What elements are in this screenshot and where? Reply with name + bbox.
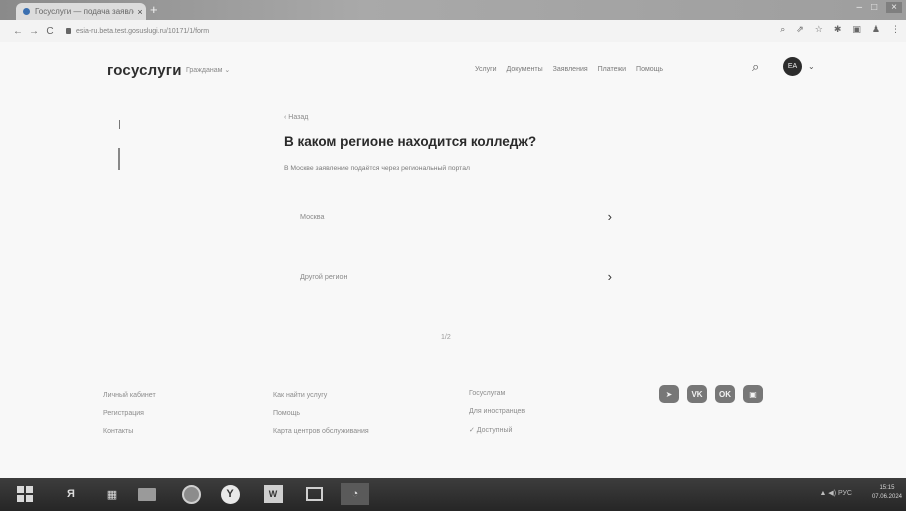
word-icon[interactable]: W (262, 483, 284, 505)
browser-tab-strip: Госуслуги — подача заявления × + – □ × (0, 0, 906, 20)
footer-link-about[interactable]: Госуслугам (469, 390, 525, 397)
tab-title: Госуслуги — подача заявления (35, 7, 134, 16)
site-footer: Личный кабинет Регистрация Контакты Как … (0, 382, 906, 478)
footer-link-help[interactable]: Помощь (273, 410, 369, 417)
chevron-right-icon: › (607, 208, 612, 224)
extensions-icon[interactable]: ✱ (834, 24, 842, 35)
system-tray[interactable]: ▲ ◀) РУС (819, 489, 852, 497)
clock-time: 15:15 (879, 485, 895, 491)
option-label: Москва (300, 211, 325, 221)
social-links: ➤ VK OK ▣ (659, 385, 763, 403)
footer-column: Как найти услугу Помощь Карта центров об… (273, 392, 369, 435)
site-search-icon[interactable]: ⌕ (752, 59, 759, 75)
address-bar-url: esia-ru.beta.test.gosuslugi.ru/10171/1/f… (76, 27, 210, 35)
photo-viewer-icon[interactable]: ◔ (341, 483, 369, 505)
footer-link-contacts[interactable]: Контакты (103, 428, 156, 435)
bookmark-star-icon[interactable]: ☆ (815, 24, 823, 35)
scan-mark (118, 148, 120, 170)
footer-link-accessible[interactable]: ✓ Доступный (469, 426, 525, 434)
telegram-icon[interactable]: ➤ (659, 385, 679, 403)
yandex-search-icon[interactable]: Я (60, 483, 82, 505)
search-icon[interactable]: ⌕ (780, 24, 785, 35)
page-content: госуслуги Гражданам ⌄ Услуги Документы З… (0, 42, 906, 478)
footer-link-foreigners[interactable]: Для иностранцев (469, 408, 525, 415)
option-other-region[interactable]: Другой регион › (284, 258, 620, 294)
progress-indicator: 1/2 (441, 334, 451, 341)
footer-link-registration[interactable]: Регистрация (103, 410, 156, 417)
footer-link-cabinet[interactable]: Личный кабинет (103, 392, 156, 399)
browser-toolbar-icons: ⌕ ⇗ ☆ ✱ ▣ ♟ ⋮ (780, 24, 900, 35)
nav-help[interactable]: Помощь (636, 66, 663, 73)
site-header: госуслуги Гражданам ⌄ Услуги Документы З… (0, 42, 906, 88)
lock-icon (66, 28, 71, 34)
scan-marks (116, 120, 124, 180)
calculator-icon[interactable]: ▦ (101, 483, 123, 505)
option-label: Другой регион (300, 271, 348, 281)
nav-payments[interactable]: Платежи (598, 66, 626, 73)
scan-mark (119, 120, 120, 129)
yandex-browser-glyph: Y (220, 484, 240, 504)
maximize-button[interactable]: □ (871, 2, 877, 13)
profile-icon[interactable]: ♟ (872, 24, 880, 35)
clock-date: 07.06.2024 (871, 494, 902, 500)
menu-icon[interactable]: ⋮ (891, 24, 900, 35)
back-link[interactable]: ‹ Назад (284, 114, 308, 121)
footer-column: Госуслугам Для иностранцев ✓ Доступный (469, 390, 525, 434)
top-navigation: Услуги Документы Заявления Платежи Помощ… (475, 66, 663, 73)
address-bar[interactable]: esia-ru.beta.test.gosuslugi.ru/10171/1/f… (66, 28, 209, 35)
windows-start-icon[interactable] (13, 483, 37, 505)
role-selector[interactable]: Гражданам ⌄ (186, 66, 230, 74)
region-hint: В Москве заявление подаётся через регион… (284, 165, 470, 172)
share-icon[interactable]: ⇗ (796, 24, 804, 35)
nav-services[interactable]: Услуги (475, 66, 497, 73)
page-title: В каком регионе находится колледж? (284, 134, 537, 149)
file-explorer-icon[interactable] (135, 483, 159, 505)
word-glyph: W (263, 485, 283, 503)
nav-applications[interactable]: Заявления (553, 66, 588, 73)
new-tab-button[interactable]: + (150, 3, 158, 17)
reload-icon[interactable]: C (42, 26, 58, 37)
forward-arrow-icon[interactable]: → (26, 26, 42, 37)
yandex-zen-icon[interactable]: ▣ (743, 385, 763, 403)
tab-close-icon[interactable]: × (134, 7, 146, 17)
browser-toolbar: ← → C esia-ru.beta.test.gosuslugi.ru/101… (0, 20, 906, 42)
gosuslugi-logo[interactable]: госуслуги (107, 62, 182, 79)
browser-tab[interactable]: Госуслуги — подача заявления × (16, 3, 146, 20)
sidebar-icon[interactable]: ▣ (852, 24, 861, 35)
window-controls: – □ × (857, 2, 902, 13)
avatar[interactable]: ЕА (783, 57, 802, 76)
taskbar-clock[interactable]: 15:15 07.06.2024 (872, 484, 902, 502)
on-screen-keyboard-icon[interactable] (303, 483, 325, 505)
back-arrow-icon[interactable]: ← (10, 26, 26, 37)
browser-icon[interactable] (180, 483, 202, 505)
gosuslugi-favicon-icon (23, 8, 30, 15)
option-moscow[interactable]: Москва › (284, 198, 620, 234)
footer-column: Личный кабинет Регистрация Контакты (103, 392, 156, 435)
vk-icon[interactable]: VK (687, 385, 707, 403)
chevron-right-icon: › (607, 268, 612, 284)
odnoklassniki-icon[interactable]: OK (715, 385, 735, 403)
close-window-button[interactable]: × (886, 2, 902, 13)
footer-link-service-centers[interactable]: Карта центров обслуживания (273, 428, 369, 435)
footer-link-find-service[interactable]: Как найти услугу (273, 392, 369, 399)
chevron-down-icon[interactable]: ⌄ (808, 62, 815, 71)
nav-documents[interactable]: Документы (507, 66, 543, 73)
yandex-browser-icon[interactable]: Y (219, 483, 241, 505)
windows-taskbar: Я ▦ Y W ◔ ▲ ◀) РУС 15:15 07.06.2024 (0, 478, 906, 511)
minimize-button[interactable]: – (857, 2, 863, 13)
